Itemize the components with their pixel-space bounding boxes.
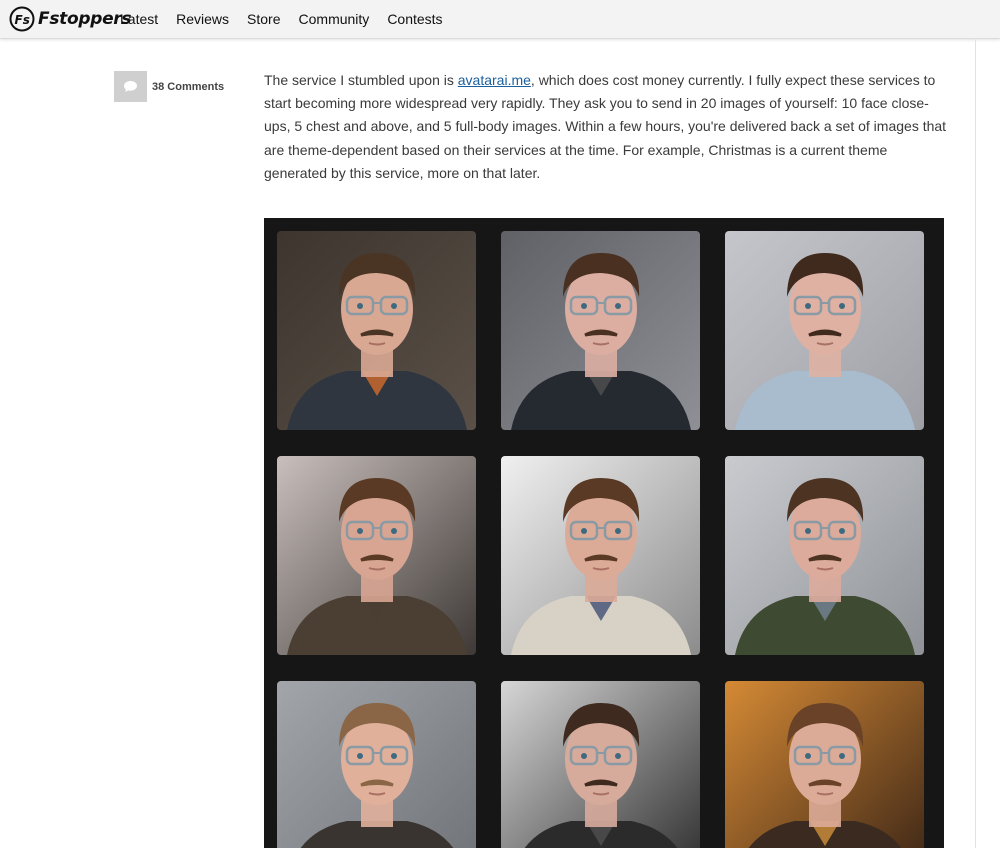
article-paragraph: The service I stumbled upon is avatarai.… bbox=[264, 69, 948, 185]
avatar-image bbox=[725, 231, 924, 430]
avatar-image bbox=[277, 456, 476, 655]
nav-item-latest[interactable]: Latest bbox=[120, 11, 158, 27]
nav-item-store[interactable]: Store bbox=[247, 11, 280, 27]
comments-link[interactable]: 38 Comments bbox=[114, 71, 224, 102]
article-text-after: , which does cost money currently. I ful… bbox=[264, 72, 947, 181]
avatar-image bbox=[501, 456, 700, 655]
svg-text:Fs: Fs bbox=[15, 13, 30, 27]
avatar-image bbox=[725, 456, 924, 655]
nav-item-reviews[interactable]: Reviews bbox=[176, 11, 229, 27]
comment-badge bbox=[114, 71, 147, 102]
avatarai-link[interactable]: avatarai.me bbox=[458, 72, 531, 88]
nav-item-community[interactable]: Community bbox=[299, 11, 370, 27]
avatar-image bbox=[501, 231, 700, 430]
speech-bubble-icon bbox=[124, 81, 137, 92]
nav-item-contests[interactable]: Contests bbox=[387, 11, 442, 27]
article-text-before: The service I stumbled upon is bbox=[264, 72, 458, 88]
avatar-image bbox=[277, 681, 476, 848]
top-navigation-bar: Fs Fstoppers Latest Reviews Store Commun… bbox=[0, 0, 1000, 39]
avatar-image bbox=[501, 681, 700, 848]
avatar-image bbox=[725, 681, 924, 848]
fstoppers-logo[interactable]: Fs Fstoppers bbox=[9, 5, 132, 33]
avatar-image bbox=[277, 231, 476, 430]
content-divider bbox=[975, 38, 976, 848]
avatar-image-grid bbox=[264, 218, 944, 848]
comment-count: 38 Comments bbox=[152, 80, 225, 93]
main-nav: Latest Reviews Store Community Contests bbox=[120, 0, 461, 38]
fstoppers-logo-icon: Fs bbox=[9, 6, 35, 32]
logo-wordmark: Fstoppers bbox=[38, 9, 132, 29]
